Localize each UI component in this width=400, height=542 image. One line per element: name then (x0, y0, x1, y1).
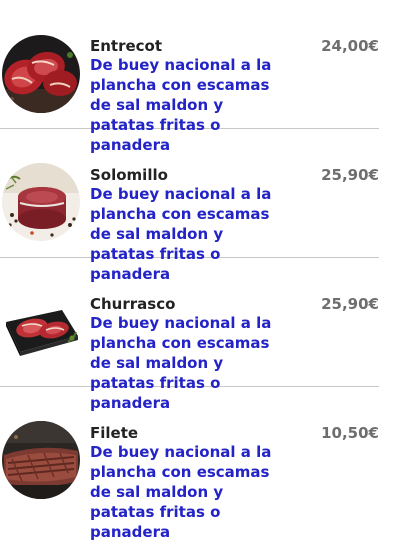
menu-item[interactable]: Solomillo De buey nacional a la plancha … (0, 129, 379, 283)
dish-price: 24,00€ (321, 37, 379, 55)
dish-name: Filete (90, 424, 139, 442)
dish-name: Entrecot (90, 37, 163, 55)
fillet-photo (2, 421, 80, 499)
dish-name: Solomillo (90, 166, 168, 184)
tenderloin-photo (2, 163, 80, 241)
dish-description: De buey nacional a la plancha con escama… (90, 443, 272, 541)
menu-item[interactable]: Churrasco De buey nacional a la plancha … (0, 258, 379, 412)
dish-price: 10,50€ (321, 424, 379, 442)
menu-item[interactable]: Filete De buey nacional a la plancha con… (0, 387, 379, 541)
churrasco-photo (2, 292, 80, 370)
menu-list: Entrecot De buey nacional a la plancha c… (0, 0, 379, 541)
dish-name: Churrasco (90, 295, 176, 313)
menu-item[interactable]: Entrecot De buey nacional a la plancha c… (0, 0, 379, 154)
steak-photo (2, 35, 80, 113)
dish-price: 25,90€ (321, 166, 379, 184)
dish-price: 25,90€ (321, 295, 379, 313)
